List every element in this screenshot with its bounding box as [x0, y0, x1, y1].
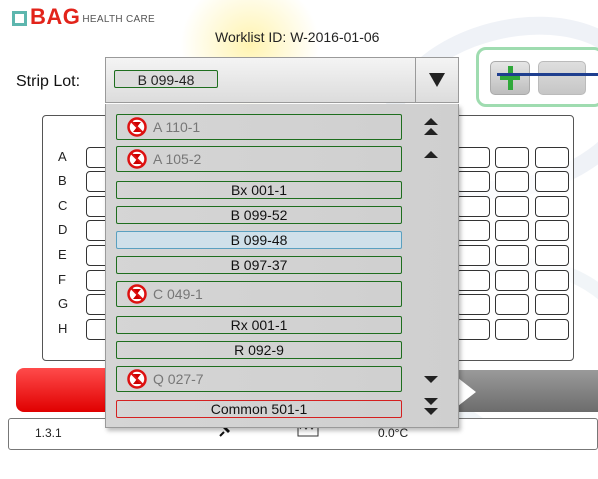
grid-cell[interactable]: [456, 319, 490, 340]
secondary-add-button[interactable]: [538, 61, 586, 95]
grid-cell[interactable]: [456, 294, 490, 315]
brand-logo: BAG HEALTH CARE: [12, 6, 155, 28]
strip-lot-option[interactable]: Common 501-1: [116, 400, 402, 418]
grid-cell[interactable]: [495, 319, 529, 340]
chevron-up-icon: [424, 150, 438, 158]
chevron-down-icon: [429, 73, 445, 87]
chevron-down-icon: [424, 375, 438, 383]
strip-lot-option[interactable]: Rx 001-1: [116, 316, 402, 334]
strip-lot-dropdown[interactable]: B 099-48: [105, 57, 459, 103]
row-label: B: [58, 173, 67, 188]
plus-icon: [500, 66, 520, 90]
strip-lot-option[interactable]: B 097-37: [116, 256, 402, 274]
scroll-to-bottom-button[interactable]: [419, 394, 443, 418]
row-label: F: [58, 272, 66, 287]
row-label: G: [58, 296, 69, 311]
grid-cell[interactable]: [535, 196, 569, 217]
row-label: D: [58, 222, 68, 237]
strip-lot-option[interactable]: B 099-48: [116, 231, 402, 249]
temperature-readout: 0.0°C: [378, 426, 409, 440]
option-label: B 099-52: [230, 207, 288, 223]
grid-cell[interactable]: [535, 294, 569, 315]
strip-lot-selected-value: B 099-48: [114, 70, 218, 88]
strip-lot-option[interactable]: A 110-1: [116, 114, 402, 140]
grid-cell[interactable]: [456, 196, 490, 217]
grid-cell[interactable]: [535, 319, 569, 340]
row-label: A: [58, 149, 67, 164]
strip-lot-option[interactable]: R 092-9: [116, 341, 402, 359]
expired-hourglass-icon: [127, 369, 147, 389]
option-label: R 092-9: [234, 342, 284, 358]
scroll-down-button[interactable]: [419, 367, 443, 391]
logo-brand: BAG: [30, 4, 81, 29]
grid-cell[interactable]: [495, 220, 529, 241]
scroll-to-top-button[interactable]: [419, 114, 443, 138]
scroll-up-button[interactable]: [419, 142, 443, 166]
strip-lot-label: Strip Lot:: [16, 73, 81, 90]
grid-cell[interactable]: [535, 171, 569, 192]
next-arrow-icon: [458, 378, 476, 406]
double-chevron-down-icon: [424, 397, 438, 405]
row-label: C: [58, 198, 68, 213]
expired-hourglass-icon: [127, 149, 147, 169]
strip-lot-option[interactable]: B 099-52: [116, 206, 402, 224]
indicator-line: [497, 73, 598, 76]
option-label: Rx 001-1: [230, 317, 288, 333]
option-label: B 097-37: [230, 257, 288, 273]
option-label: Common 501-1: [210, 401, 308, 417]
strip-lot-option[interactable]: C 049-1: [116, 281, 402, 307]
strip-lot-option[interactable]: A 105-2: [116, 146, 402, 172]
grid-cell[interactable]: [495, 294, 529, 315]
grid-cell[interactable]: [535, 220, 569, 241]
grid-cell[interactable]: [495, 171, 529, 192]
double-chevron-up-icon: [424, 117, 438, 125]
strip-lot-list: A 110-1 A 105-2 Bx 001-1 B 099-52 B 099-48 B …: [105, 104, 459, 428]
strip-lot-option[interactable]: Q 027-7: [116, 366, 402, 392]
option-label: A 110-1: [153, 119, 201, 135]
option-label: A 105-2: [153, 151, 202, 167]
grid-cell[interactable]: [535, 270, 569, 291]
strip-lot-option[interactable]: Bx 001-1: [116, 181, 402, 199]
row-label: H: [58, 321, 68, 336]
grid-cell[interactable]: [535, 245, 569, 266]
option-label: Q 027-7: [153, 371, 204, 387]
version-label: 1.3.1: [35, 426, 62, 440]
grid-cell[interactable]: [535, 147, 569, 168]
logo-square-icon: [12, 11, 27, 26]
grid-cell[interactable]: [495, 245, 529, 266]
grid-cell[interactable]: [456, 270, 490, 291]
add-strip-button[interactable]: [490, 61, 530, 95]
grid-cell[interactable]: [456, 245, 490, 266]
dropdown-toggle-button[interactable]: [415, 58, 458, 102]
option-label: Bx 001-1: [230, 182, 288, 198]
cancel-bar-button[interactable]: [16, 368, 116, 412]
grid-cell[interactable]: [495, 270, 529, 291]
grid-cell[interactable]: [456, 147, 490, 168]
worklist-id: Worklist ID: W-2016-01-06: [215, 29, 380, 45]
logo-subtitle: HEALTH CARE: [82, 14, 155, 25]
row-label: E: [58, 247, 67, 262]
add-button-group: [476, 47, 598, 107]
grid-cell[interactable]: [495, 196, 529, 217]
expired-hourglass-icon: [127, 117, 147, 137]
grid-cell[interactable]: [456, 171, 490, 192]
option-label: B 099-48: [230, 232, 288, 248]
expired-hourglass-icon: [127, 284, 147, 304]
grid-cell[interactable]: [495, 147, 529, 168]
grid-cell[interactable]: [456, 220, 490, 241]
option-label: C 049-1: [153, 286, 203, 302]
